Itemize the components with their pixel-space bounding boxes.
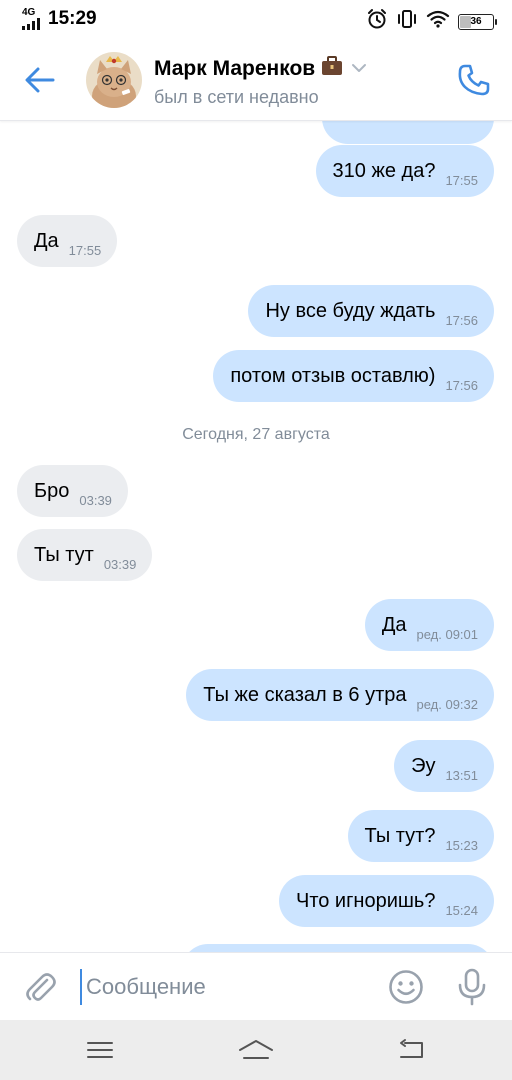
- message-bubble-out[interactable]: потом отзыв оставлю) 17:56: [213, 350, 494, 402]
- chevron-down-icon[interactable]: [351, 60, 367, 78]
- battery-level: 36: [470, 15, 482, 27]
- message-list[interactable]: 310 же да? 17:55 Да 17:55 Ну все буду жд…: [0, 0, 512, 1080]
- network-type: 4G: [22, 7, 36, 18]
- message-text: Ну все буду ждать: [265, 299, 436, 322]
- menu-icon: [87, 1042, 113, 1058]
- message-text: Ты тут?: [364, 824, 436, 847]
- battery-icon: 36: [458, 13, 497, 30]
- message-bubble-out[interactable]: Эу 13:51: [394, 740, 494, 792]
- message-bubble-out[interactable]: Ты же сказал в 6 утра ред. 09:32: [186, 669, 494, 721]
- back-button[interactable]: [20, 62, 60, 98]
- phone-icon: [458, 64, 490, 96]
- attach-button[interactable]: [20, 967, 60, 1007]
- emoji-icon: [389, 970, 423, 1004]
- message-text: Да: [381, 613, 407, 636]
- menu-button[interactable]: [80, 1034, 120, 1066]
- briefcase-icon: [321, 56, 343, 81]
- home-button[interactable]: [236, 1034, 276, 1066]
- message-bubble-in[interactable]: Да 17:55: [17, 215, 118, 267]
- message-text: Ты тут: [34, 543, 94, 566]
- emoji-button[interactable]: [386, 967, 426, 1007]
- message-input-bar: [0, 952, 512, 1021]
- message-text: Ты же сказал в 6 утра: [203, 683, 407, 706]
- message-time: 17:56: [445, 377, 478, 393]
- contact-status: был в сети недавно: [154, 87, 319, 107]
- message-bubble-out[interactable]: 310 же да? 17:55: [315, 145, 494, 197]
- message-text: Что игноришь?: [295, 889, 436, 912]
- home-icon: [239, 1040, 273, 1059]
- back-icon: [400, 1039, 423, 1058]
- message-time: 15:24: [445, 902, 478, 918]
- message-bubble-in[interactable]: Ты тут 03:39: [17, 529, 153, 581]
- message-time: 17:55: [445, 172, 478, 188]
- message-time: 15:23: [445, 837, 478, 853]
- date-separator: Сегодня, 27 августа: [182, 426, 330, 443]
- message-time: ред. 09:32: [416, 696, 478, 712]
- contact-name[interactable]: Марк Маренков: [154, 57, 315, 81]
- chat-header: Марк Маренков был в сети недавно: [0, 40, 512, 121]
- message-text: Бро: [34, 479, 70, 502]
- status-time: 15:29: [48, 8, 97, 29]
- microphone-icon: [458, 968, 486, 1006]
- message-time: 17:56: [445, 312, 478, 328]
- signal-icon: 4G: [22, 8, 44, 30]
- message-time: ред. 09:01: [416, 626, 478, 642]
- status-bar: 4G 15:29 36: [0, 0, 512, 40]
- back-arrow-icon: [25, 67, 55, 93]
- voice-message-button[interactable]: [452, 965, 492, 1009]
- message-bubble-out[interactable]: Ты тут? 15:23: [347, 810, 494, 862]
- message-time: 17:55: [68, 242, 102, 258]
- message-input[interactable]: [80, 969, 366, 1005]
- message-bubble-out[interactable]: Ну все буду ждать 17:56: [248, 285, 494, 337]
- message-text: 310 же да?: [332, 159, 436, 182]
- call-button[interactable]: [454, 62, 494, 98]
- paperclip-icon: [26, 973, 56, 1001]
- message-time: 03:39: [79, 492, 112, 508]
- message-text: потом отзыв оставлю): [230, 364, 436, 387]
- vibrate-icon: [396, 8, 418, 35]
- back-nav-button[interactable]: [392, 1034, 432, 1066]
- message-bubble-out[interactable]: Что игноришь? 15:24: [278, 875, 494, 927]
- message-text: Эу: [411, 754, 436, 777]
- message-time: 03:39: [103, 556, 137, 572]
- alarm-icon: [366, 8, 388, 35]
- message-bubble-out[interactable]: Да ред. 09:01: [364, 599, 494, 651]
- message-text: Да: [34, 229, 59, 252]
- message-bubble-in[interactable]: Бро 03:39: [17, 465, 128, 517]
- system-navigation-bar: [0, 1020, 512, 1080]
- wifi-icon: [426, 9, 450, 34]
- message-time: 13:51: [445, 767, 478, 783]
- chat-screen: 310 же да? 17:55 Да 17:55 Ну все буду жд…: [0, 0, 512, 1080]
- contact-avatar[interactable]: [86, 52, 142, 108]
